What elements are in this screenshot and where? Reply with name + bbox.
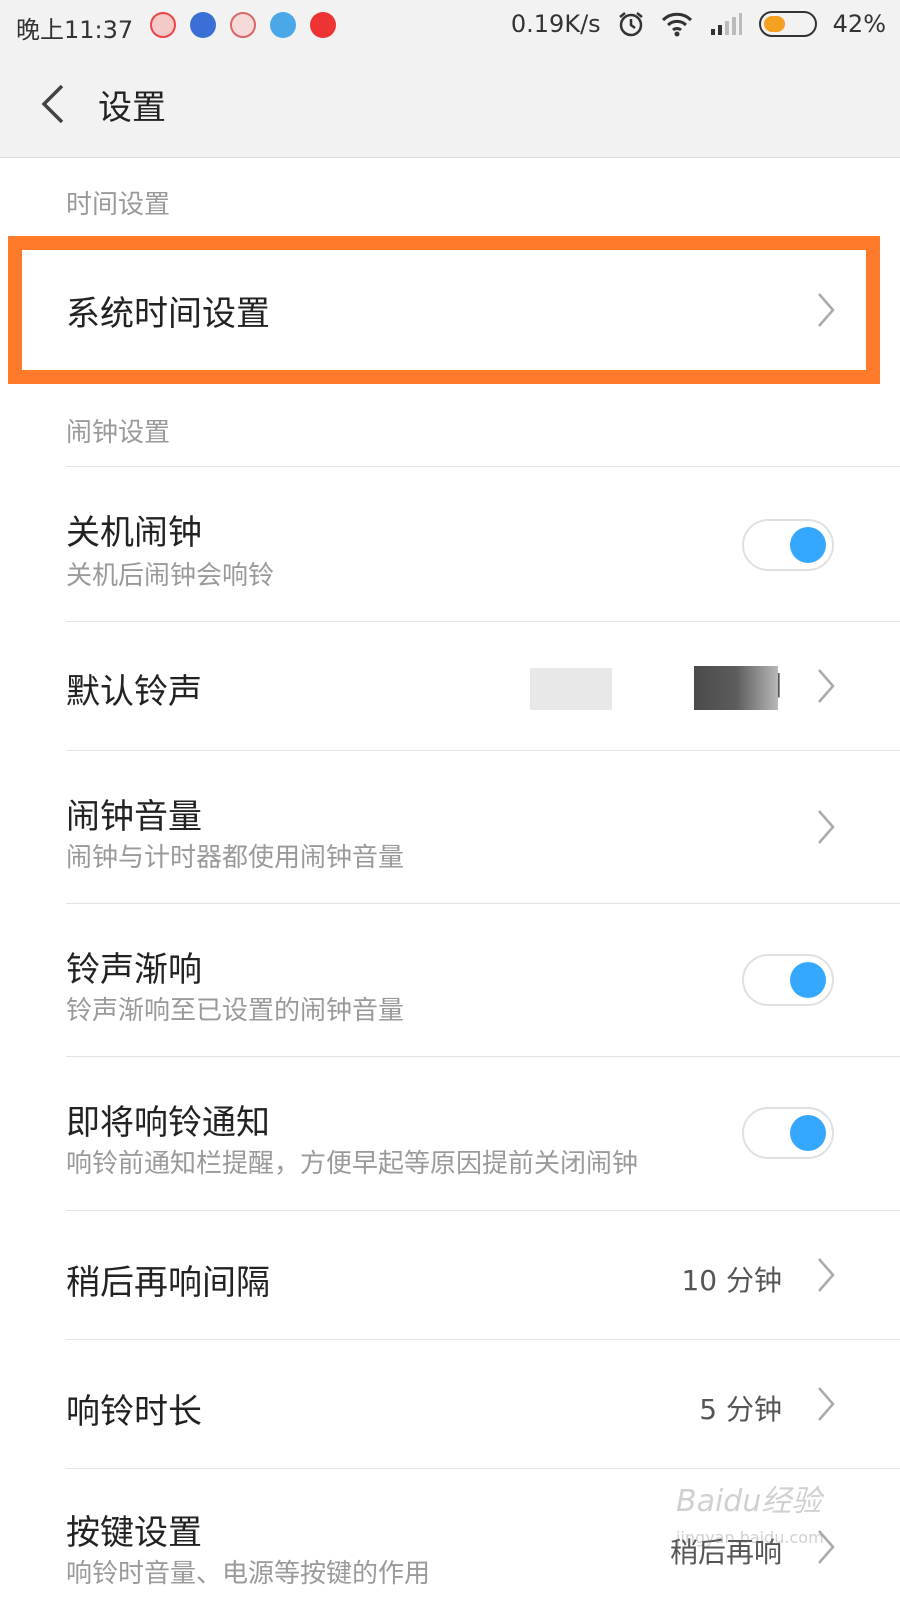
status-bar: 晚上11:37 0.19K/s 42% — [0, 0, 900, 52]
baidu-watermark-url: jingyan.baidu.com — [676, 1528, 824, 1547]
app-icon — [310, 12, 336, 38]
ring-duration-value: 5 分钟 — [699, 1393, 782, 1426]
row-title: 闹钟音量 — [66, 797, 202, 837]
page-title: 设置 — [98, 88, 166, 128]
row-title: 铃声渐响 — [66, 950, 202, 990]
browser-icon — [270, 12, 296, 38]
upcoming-notify-toggle[interactable] — [742, 1107, 834, 1159]
net-speed: 0.19K/s — [510, 10, 601, 38]
notification-icons — [150, 12, 336, 38]
row-subtitle: 闹钟与计时器都使用闹钟音量 — [66, 843, 405, 873]
status-time: 晚上11:37 — [16, 16, 134, 44]
chevron-right-icon — [818, 669, 835, 703]
baidu-watermark: Baidu经验 — [676, 1484, 822, 1519]
power-off-alarm-row[interactable]: 关机闹钟 关机后闹钟会响铃 — [0, 467, 900, 621]
row-title: 即将响铃通知 — [66, 1103, 270, 1143]
status-right: 0.19K/s 42% — [511, 10, 886, 38]
row-title: 响铃时长 — [66, 1392, 202, 1432]
weibo-icon — [230, 12, 256, 38]
snooze-interval-row[interactable]: 稍后再响间隔 10 分钟 — [0, 1211, 900, 1339]
chevron-right-icon — [818, 1387, 835, 1421]
chevron-right-icon — [818, 810, 835, 844]
toggle-knob — [790, 962, 826, 998]
snooze-interval-value: 10 分钟 — [681, 1264, 782, 1297]
toggle-knob — [790, 1115, 826, 1151]
gradual-ring-row[interactable]: 铃声渐响 铃声渐响至已设置的闹钟音量 — [0, 904, 900, 1056]
power-off-alarm-toggle[interactable] — [742, 519, 834, 571]
row-subtitle: 关机后闹钟会响铃 — [66, 561, 275, 591]
ring-duration-row[interactable]: 响铃时长 5 分钟 — [0, 1340, 900, 1468]
row-title: 稍后再响间隔 — [66, 1263, 270, 1303]
alarm-volume-row[interactable]: 闹钟音量 闹钟与计时器都使用闹钟音量 — [0, 751, 900, 903]
upcoming-notify-row[interactable]: 即将响铃通知 响铃前通知栏提醒，方便早起等原因提前关闭闹钟 — [0, 1057, 900, 1209]
alarm-icon — [618, 12, 643, 37]
title-bar: 设置 — [0, 52, 900, 158]
highlight-box — [8, 236, 880, 384]
blurred-region — [530, 668, 612, 710]
wifi-icon — [661, 12, 692, 37]
row-title: 按键设置 — [66, 1513, 202, 1553]
gradual-ring-toggle[interactable] — [742, 954, 834, 1006]
battery-icon — [758, 11, 817, 37]
toggle-knob — [790, 527, 826, 563]
section-header-time: 时间设置 — [66, 190, 171, 220]
row-subtitle: 铃声渐响至已设置的闹钟音量 — [66, 996, 405, 1026]
back-arrow-icon[interactable] — [30, 78, 82, 130]
battery-percent: 42% — [832, 10, 886, 38]
chevron-right-icon — [818, 1258, 835, 1292]
qq-icon — [190, 12, 216, 38]
weibo-icon — [150, 12, 176, 38]
section-header-alarm: 闹钟设置 — [66, 418, 171, 448]
signal-icon — [710, 13, 742, 35]
row-title: 默认铃声 — [66, 672, 202, 712]
row-subtitle: 响铃前通知栏提醒，方便早起等原因提前关闭闹钟 — [66, 1149, 639, 1179]
blurred-region — [694, 666, 778, 710]
row-title: 关机闹钟 — [66, 513, 202, 553]
row-subtitle: 响铃时音量、电源等按键的作用 — [66, 1559, 431, 1589]
